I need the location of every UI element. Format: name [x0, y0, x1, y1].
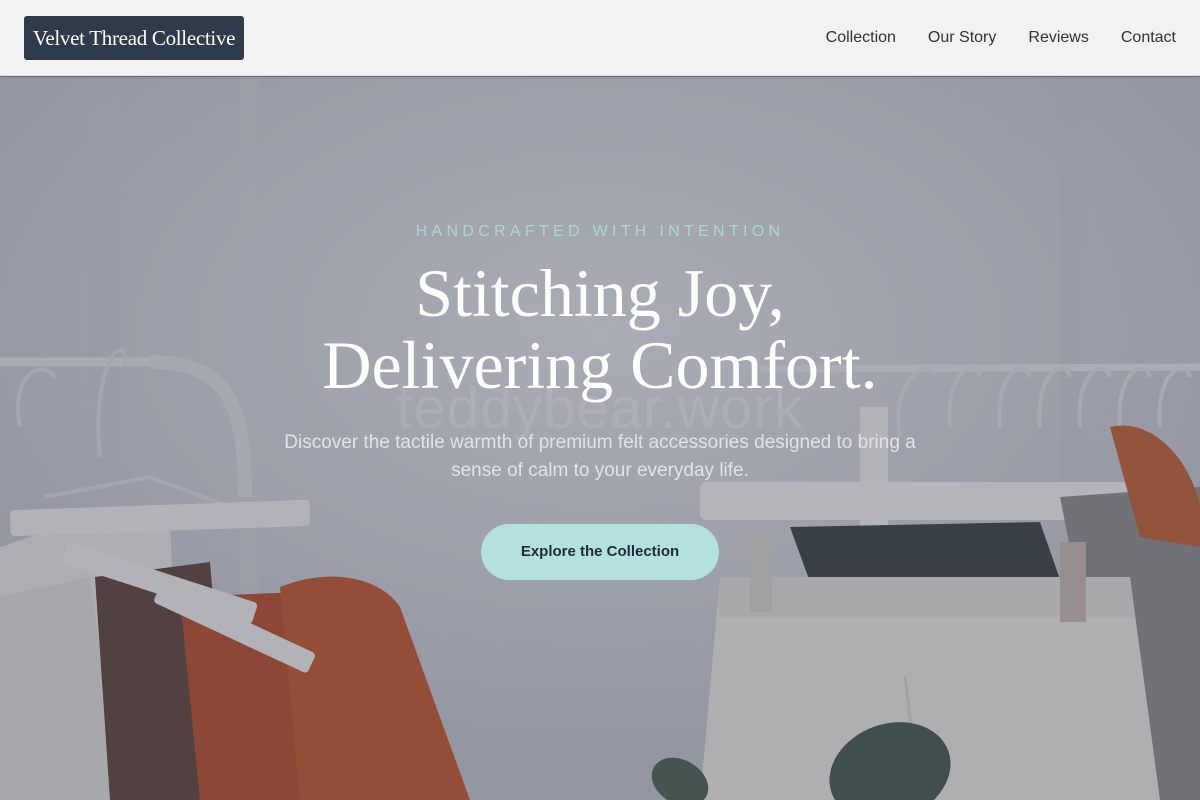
hero-headline: Stitching Joy, Delivering Comfort. — [0, 257, 1200, 401]
hero-eyebrow: HANDCRAFTED WITH INTENTION — [415, 223, 785, 240]
brand-logo[interactable]: Velvet Thread Collective — [24, 16, 244, 60]
nav-link-our-story[interactable]: Our Story — [928, 29, 996, 47]
headline-line-2: Delivering Comfort. — [322, 327, 878, 403]
nav-link-contact[interactable]: Contact — [1121, 29, 1176, 47]
main-nav: Collection Our Story Reviews Contact — [794, 0, 1176, 76]
headline-line-1: Stitching Joy, — [415, 255, 785, 331]
nav-link-collection[interactable]: Collection — [826, 29, 896, 47]
hero-section: teddybear.work HANDCRAFTED WITH INTENTIO… — [0, 77, 1200, 800]
hero-subtitle: Discover the tactile warmth of premium f… — [284, 432, 916, 481]
explore-collection-button[interactable]: Explore the Collection — [481, 524, 719, 580]
site-header: Velvet Thread Collective Collection Our … — [0, 0, 1200, 76]
nav-link-reviews[interactable]: Reviews — [1028, 29, 1088, 47]
